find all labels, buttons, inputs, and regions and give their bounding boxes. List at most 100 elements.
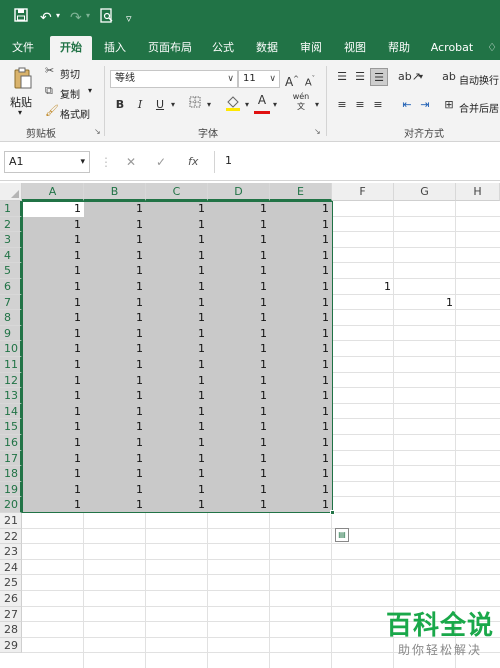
cell-D13[interactable]: 1 xyxy=(208,388,270,404)
cell-C18[interactable]: 1 xyxy=(146,466,208,482)
cell-C10[interactable]: 1 xyxy=(146,341,208,357)
cell-E9[interactable]: 1 xyxy=(270,326,332,342)
increase-indent-icon[interactable]: ⇥ xyxy=(416,96,434,114)
cell-A20[interactable]: 1 xyxy=(22,497,84,513)
cell-A5[interactable]: 1 xyxy=(22,263,84,279)
cell-B19[interactable]: 1 xyxy=(84,482,146,498)
wrap-text-icon[interactable]: ab xyxy=(442,68,456,86)
orientation-dropdown-icon[interactable]: ▾ xyxy=(416,68,426,86)
font-color-dropdown-icon[interactable]: ▾ xyxy=(270,96,280,114)
row-header-29[interactable]: 29 xyxy=(0,637,22,654)
row-header-20[interactable]: 20 xyxy=(0,497,22,513)
row-header-17[interactable]: 17 xyxy=(0,450,22,467)
cell-C8[interactable]: 1 xyxy=(146,310,208,326)
row-header-1[interactable]: 1 xyxy=(0,201,22,217)
row-header-4[interactable]: 4 xyxy=(0,247,22,264)
cell-E20[interactable]: 1 xyxy=(270,497,332,513)
row-header-7[interactable]: 7 xyxy=(0,294,22,311)
undo-dropdown-icon[interactable]: ▾ xyxy=(56,11,60,20)
cell-G7[interactable]: 1 xyxy=(394,295,456,311)
column-header-B[interactable]: B xyxy=(84,183,146,201)
row-header-14[interactable]: 14 xyxy=(0,403,22,420)
phonetic-dropdown-icon[interactable]: ▾ xyxy=(312,96,322,114)
row-header-25[interactable]: 25 xyxy=(0,575,22,591)
cell-B12[interactable]: 1 xyxy=(84,373,146,389)
column-header-D[interactable]: D xyxy=(208,183,270,201)
paste-dropdown-icon[interactable]: ▾ xyxy=(18,108,22,117)
quick-analysis-icon[interactable]: ▤ xyxy=(335,528,349,542)
row-header-18[interactable]: 18 xyxy=(0,466,22,482)
cell-D2[interactable]: 1 xyxy=(208,217,270,233)
cell-A8[interactable]: 1 xyxy=(22,310,84,326)
cell-A9[interactable]: 1 xyxy=(22,326,84,342)
top-align-icon[interactable]: ☰ xyxy=(334,68,350,86)
row-header-27[interactable]: 27 xyxy=(0,606,22,623)
cell-B15[interactable]: 1 xyxy=(84,419,146,435)
tab-review[interactable]: 审阅 xyxy=(292,36,330,60)
cell-E17[interactable]: 1 xyxy=(270,451,332,467)
cell-D11[interactable]: 1 xyxy=(208,357,270,373)
row-header-8[interactable]: 8 xyxy=(0,310,22,326)
clipboard-launcher-icon[interactable]: ↘ xyxy=(94,127,101,136)
cell-C17[interactable]: 1 xyxy=(146,451,208,467)
cell-B1[interactable]: 1 xyxy=(84,201,146,217)
cell-A2[interactable]: 1 xyxy=(22,217,84,233)
customize-icon[interactable]: ▿ xyxy=(126,9,132,29)
drag-handle-icon[interactable]: ⋮ xyxy=(100,155,112,169)
underline-dropdown-icon[interactable]: ▾ xyxy=(168,96,178,114)
font-launcher-icon[interactable]: ↘ xyxy=(314,127,321,136)
insert-function-button[interactable]: fx xyxy=(188,155,198,168)
row-header-13[interactable]: 13 xyxy=(0,388,22,404)
cell-E11[interactable]: 1 xyxy=(270,357,332,373)
tab-file[interactable]: 文件 xyxy=(4,36,42,60)
cell-A18[interactable]: 1 xyxy=(22,466,84,482)
cell-B7[interactable]: 1 xyxy=(84,295,146,311)
cell-A17[interactable]: 1 xyxy=(22,451,84,467)
cell-D16[interactable]: 1 xyxy=(208,435,270,451)
cell-B20[interactable]: 1 xyxy=(84,497,146,513)
cell-A3[interactable]: 1 xyxy=(22,232,84,248)
cell-D18[interactable]: 1 xyxy=(208,466,270,482)
tab-page-layout[interactable]: 页面布局 xyxy=(142,36,198,60)
row-header-12[interactable]: 12 xyxy=(0,372,22,389)
save-icon[interactable] xyxy=(14,8,28,28)
formula-input[interactable]: 1 xyxy=(214,151,500,173)
cell-D19[interactable]: 1 xyxy=(208,482,270,498)
align-right-icon[interactable]: ≡ xyxy=(370,96,386,114)
cell-C5[interactable]: 1 xyxy=(146,263,208,279)
row-header-6[interactable]: 6 xyxy=(0,279,22,295)
column-header-A[interactable]: A xyxy=(22,183,84,201)
cell-F6[interactable]: 1 xyxy=(332,279,394,295)
tab-home[interactable]: 开始 xyxy=(50,36,92,60)
cell-D4[interactable]: 1 xyxy=(208,248,270,264)
row-header-9[interactable]: 9 xyxy=(0,325,22,342)
cell-A12[interactable]: 1 xyxy=(22,373,84,389)
cancel-icon[interactable]: ✕ xyxy=(126,155,136,169)
cell-C19[interactable]: 1 xyxy=(146,482,208,498)
row-header-21[interactable]: 21 xyxy=(0,513,22,529)
cell-A7[interactable]: 1 xyxy=(22,295,84,311)
cell-E1[interactable]: 1 xyxy=(270,201,332,217)
row-header-2[interactable]: 2 xyxy=(0,216,22,233)
cell-E3[interactable]: 1 xyxy=(270,232,332,248)
fill-handle[interactable] xyxy=(330,510,335,515)
bold-button[interactable]: B xyxy=(112,96,128,114)
phonetic-guide-button[interactable]: wén 文 xyxy=(290,92,312,111)
cell-B13[interactable]: 1 xyxy=(84,388,146,404)
cell-A13[interactable]: 1 xyxy=(22,388,84,404)
cell-E19[interactable]: 1 xyxy=(270,482,332,498)
column-header-C[interactable]: C xyxy=(146,183,208,201)
copy-icon[interactable]: ⧉ xyxy=(45,84,53,98)
italic-button[interactable]: I xyxy=(132,96,148,114)
tab-data[interactable]: 数据 xyxy=(248,36,286,60)
row-header-5[interactable]: 5 xyxy=(0,263,22,279)
row-header-11[interactable]: 11 xyxy=(0,357,22,373)
print-preview-icon[interactable] xyxy=(100,8,114,30)
grow-font-button[interactable]: A^ xyxy=(284,70,300,89)
cell-A19[interactable]: 1 xyxy=(22,482,84,498)
cell-B2[interactable]: 1 xyxy=(84,217,146,233)
cell-A11[interactable]: 1 xyxy=(22,357,84,373)
column-header-F[interactable]: F xyxy=(332,183,394,201)
column-header-E[interactable]: E xyxy=(270,183,332,201)
cell-A10[interactable]: 1 xyxy=(22,341,84,357)
